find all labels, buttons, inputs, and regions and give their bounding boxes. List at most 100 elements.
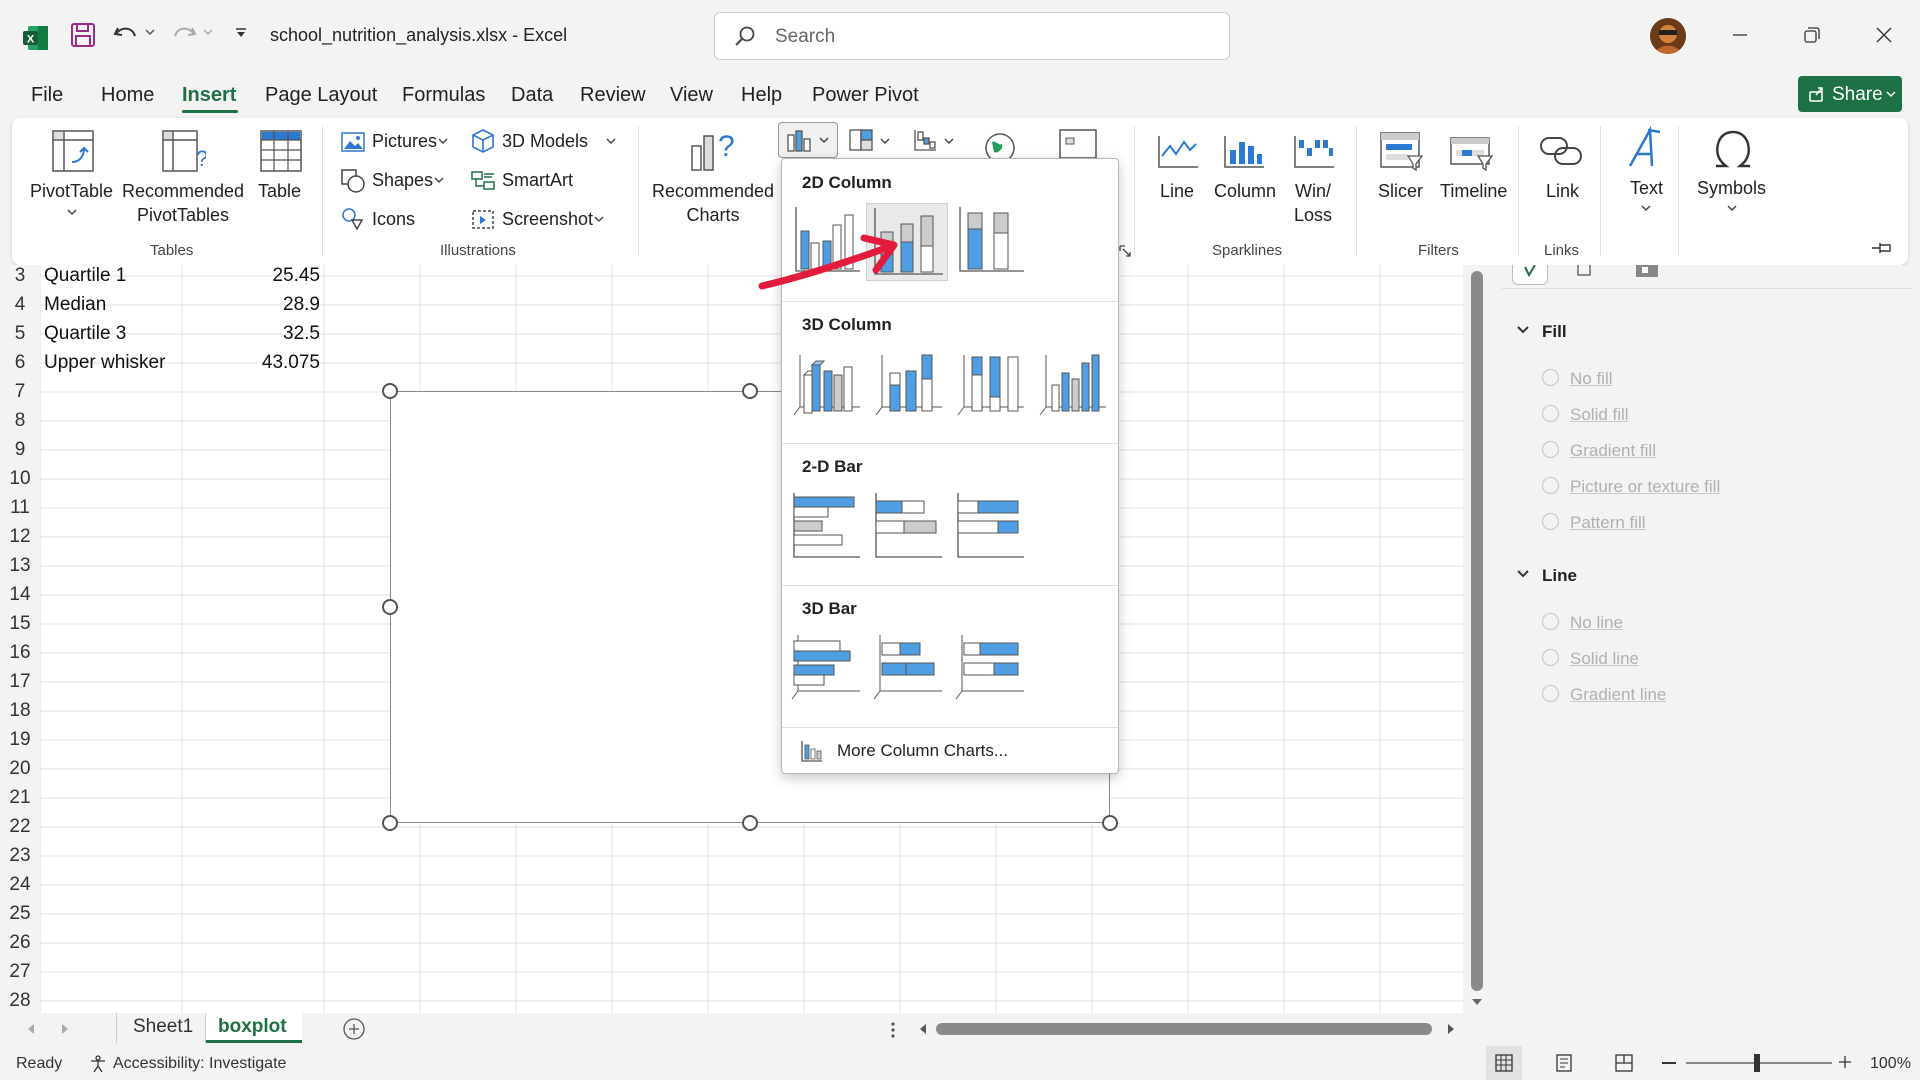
cell-value[interactable]: 32.5 [186, 323, 320, 345]
radio-no-fill[interactable] [1542, 369, 1559, 386]
row-header[interactable]: 5 [0, 323, 40, 352]
3d-100-stacked-column-option[interactable] [954, 345, 1028, 419]
save-icon[interactable] [70, 22, 96, 48]
row-header[interactable]: 22 [0, 816, 40, 845]
row-header[interactable]: 9 [0, 439, 40, 468]
row-header[interactable]: 19 [0, 729, 40, 758]
row-header[interactable]: 12 [0, 526, 40, 555]
resize-handle-left[interactable] [382, 599, 398, 615]
share-button[interactable]: Share [1798, 76, 1902, 112]
size-properties-tab-icon[interactable] [1632, 265, 1662, 281]
pivottable-chevron-icon[interactable] [66, 208, 78, 218]
resize-handle-top-left[interactable] [382, 383, 398, 399]
scroll-right-icon[interactable] [1446, 1023, 1456, 1035]
hierarchy-chevron-icon[interactable] [880, 136, 890, 146]
undo-icon[interactable] [112, 22, 140, 48]
tab-formulas[interactable]: Formulas [402, 84, 485, 107]
row-header[interactable]: 13 [0, 555, 40, 584]
sheet-tab-sheet1[interactable]: Sheet1 [116, 1013, 206, 1043]
row-header[interactable]: 26 [0, 932, 40, 961]
cell-label[interactable]: Quartile 3 [44, 323, 126, 345]
row-header[interactable]: 6 [0, 352, 40, 381]
redo-icon[interactable] [170, 22, 198, 48]
resize-handle-bottom-left[interactable] [382, 815, 398, 831]
tab-splitter-icon[interactable] [890, 1021, 896, 1039]
sheet-tab-boxplot[interactable]: boxplot [206, 1013, 302, 1043]
row-header[interactable]: 28 [0, 990, 40, 1013]
3d-models-button[interactable]: 3D Models [502, 129, 588, 153]
zoom-level[interactable]: 100% [1870, 1055, 1911, 1073]
row-header[interactable]: 8 [0, 410, 40, 439]
fill-section-title[interactable]: Fill [1542, 322, 1567, 342]
column-chart-button[interactable] [778, 122, 838, 158]
cell-label[interactable]: Upper whisker [44, 352, 165, 374]
tab-help[interactable]: Help [741, 84, 782, 107]
line-collapse-icon[interactable] [1516, 569, 1530, 579]
hierarchy-chart-icon[interactable] [848, 128, 874, 152]
text-button[interactable]: Text [1630, 176, 1663, 200]
3d-stacked-bar-option[interactable] [872, 629, 946, 703]
3d-100-stacked-bar-option[interactable] [954, 629, 1028, 703]
resize-handle-bottom-right[interactable] [1102, 815, 1118, 831]
tab-view[interactable]: View [670, 84, 713, 107]
minimize-icon[interactable] [1730, 25, 1750, 45]
horizontal-scroll-thumb[interactable] [936, 1023, 1432, 1035]
symbols-button[interactable]: Symbols [1697, 176, 1766, 200]
row-header[interactable]: 14 [0, 584, 40, 613]
scroll-down-icon[interactable] [1471, 997, 1483, 1007]
radio-no-line[interactable] [1542, 613, 1559, 630]
accessibility-status[interactable]: Accessibility: Investigate [113, 1055, 286, 1073]
tab-home[interactable]: Home [101, 84, 154, 107]
avatar[interactable] [1650, 18, 1686, 54]
row-header[interactable]: 3 [0, 265, 40, 294]
tab-insert[interactable]: Insert [182, 84, 236, 107]
screenshot-chevron-icon[interactable] [594, 214, 604, 224]
100-stacked-column-option[interactable] [954, 203, 1028, 277]
row-header[interactable]: 25 [0, 903, 40, 932]
3d-column-option[interactable] [1036, 345, 1110, 419]
zoom-in-icon[interactable] [1838, 1055, 1852, 1069]
row-header[interactable]: 20 [0, 758, 40, 787]
100-stacked-bar-option[interactable] [954, 487, 1028, 561]
tab-file[interactable]: File [31, 84, 63, 107]
radio-solid-line[interactable] [1542, 649, 1559, 666]
symbols-chevron-icon[interactable] [1726, 204, 1738, 214]
waterfall-chart-icon[interactable] [912, 128, 938, 152]
vertical-scrollbar[interactable] [1463, 265, 1492, 1013]
icons-button[interactable]: Icons [372, 207, 415, 231]
radio-gradient-line[interactable] [1542, 685, 1559, 702]
add-sheet-icon[interactable] [342, 1017, 366, 1041]
zoom-slider-thumb[interactable] [1754, 1054, 1760, 1072]
pictures-button[interactable]: Pictures [372, 129, 437, 153]
stacked-bar-option[interactable] [872, 487, 946, 561]
page-layout-view-icon[interactable] [1554, 1053, 1574, 1073]
radio-pattern-fill[interactable] [1542, 513, 1559, 530]
row-header[interactable]: 10 [0, 468, 40, 497]
cell-value[interactable]: 28.9 [186, 294, 320, 316]
charts-dialog-launcher-icon[interactable] [1118, 244, 1132, 258]
row-header[interactable]: 7 [0, 381, 40, 410]
normal-view-button[interactable] [1486, 1046, 1522, 1080]
row-header[interactable]: 23 [0, 845, 40, 874]
resize-handle-top[interactable] [742, 383, 758, 399]
sparkline-winloss-button[interactable]: Win/ Loss [1294, 179, 1332, 227]
smartart-button[interactable]: SmartArt [502, 168, 573, 192]
worksheet-grid[interactable]: 3 Quartile 1 25.45 4 Median 28.9 5 Quart… [0, 265, 1463, 1013]
fill-collapse-icon[interactable] [1516, 325, 1530, 335]
timeline-button[interactable]: Timeline [1440, 179, 1507, 203]
tab-power-pivot[interactable]: Power Pivot [812, 84, 919, 107]
line-section-title[interactable]: Line [1542, 566, 1577, 586]
zoom-out-icon[interactable] [1662, 1062, 1676, 1064]
radio-gradient-fill[interactable] [1542, 441, 1559, 458]
tab-review[interactable]: Review [580, 84, 646, 107]
row-header[interactable]: 27 [0, 961, 40, 990]
scroll-sheets-left-icon[interactable] [26, 1023, 36, 1035]
link-button[interactable]: Link [1546, 179, 1579, 203]
row-header[interactable]: 15 [0, 613, 40, 642]
row-header[interactable]: 21 [0, 787, 40, 816]
radio-picture-fill[interactable] [1542, 477, 1559, 494]
cell-label[interactable]: Quartile 1 [44, 265, 126, 287]
customize-qat-icon[interactable] [234, 26, 248, 40]
row-header[interactable]: 17 [0, 671, 40, 700]
sparkline-line-button[interactable]: Line [1160, 179, 1194, 203]
